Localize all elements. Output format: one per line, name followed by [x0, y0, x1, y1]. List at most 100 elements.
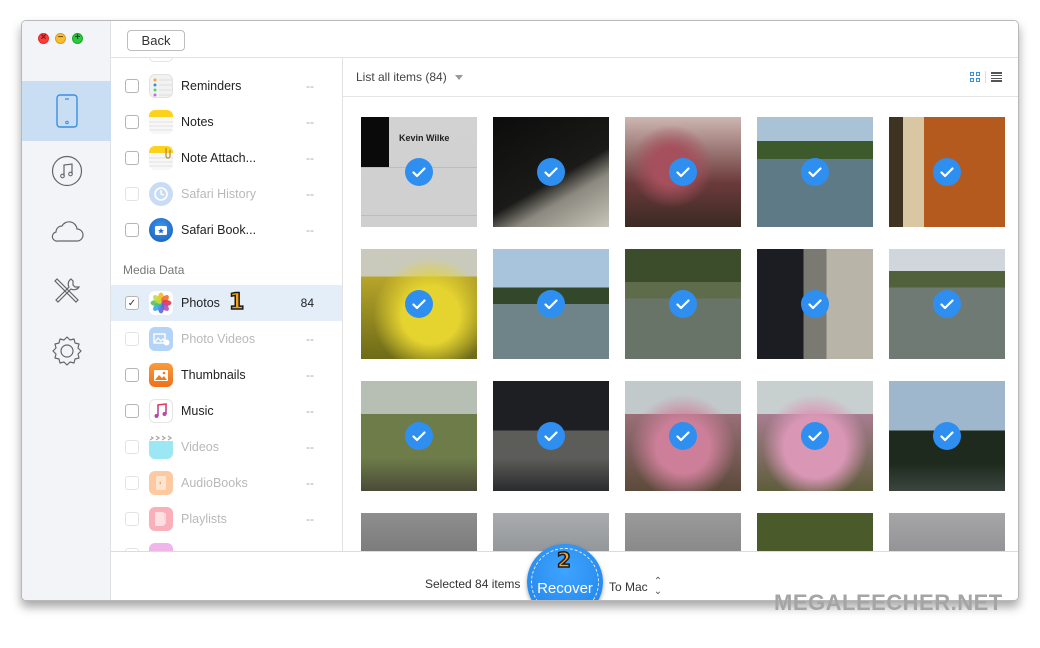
- reminders-icon: [149, 74, 173, 98]
- selected-check-icon[interactable]: [933, 422, 961, 450]
- photo-thumbnail[interactable]: [361, 513, 477, 551]
- photo-thumbnail[interactable]: [361, 249, 477, 359]
- category-label: AudioBooks: [181, 476, 248, 490]
- safari-bookmark-icon: [149, 218, 173, 242]
- checkbox[interactable]: [125, 404, 139, 418]
- partial-icon: [149, 543, 173, 551]
- iphone-icon: [55, 94, 78, 128]
- checkbox[interactable]: [125, 223, 139, 237]
- photo-thumbnail[interactable]: [361, 381, 477, 491]
- minimize-window-button[interactable]: −: [55, 32, 66, 44]
- recover-button[interactable]: 2 Recover: [527, 544, 603, 600]
- category-item-thumbnails[interactable]: Thumbnails --: [111, 357, 342, 393]
- category-label: Thumbnails: [181, 368, 246, 382]
- selected-check-icon[interactable]: [405, 422, 433, 450]
- music-app-icon: [149, 399, 173, 423]
- photo-thumbnail[interactable]: [889, 117, 1005, 227]
- rail-item-device[interactable]: [22, 81, 111, 141]
- category-list[interactable]: Reminders -- Notes -- Note Attach... -- …: [111, 58, 343, 551]
- photo-thumbnail[interactable]: [493, 117, 609, 227]
- divider: [361, 215, 477, 216]
- category-count: --: [306, 223, 314, 237]
- safari-history-icon: [149, 182, 173, 206]
- category-label: Safari Book...: [181, 223, 257, 237]
- music-note-icon: [51, 155, 82, 187]
- category-item-reminders[interactable]: Reminders --: [111, 68, 342, 104]
- selected-check-icon[interactable]: [669, 422, 697, 450]
- category-item-music[interactable]: Music --: [111, 393, 342, 429]
- checkbox[interactable]: [125, 115, 139, 129]
- selected-check-icon[interactable]: [405, 290, 433, 318]
- rail-item-itunes[interactable]: [22, 141, 111, 201]
- selected-check-icon[interactable]: [801, 290, 829, 318]
- category-count: --: [306, 79, 314, 93]
- audiobooks-icon: [149, 471, 173, 495]
- photo-thumbnail[interactable]: [625, 249, 741, 359]
- thumbnail-caption: Kevin Wilke: [399, 133, 450, 143]
- partial-app-icon: [149, 58, 173, 62]
- photo-thumbnail[interactable]: [625, 117, 741, 227]
- photo-thumbnail[interactable]: [625, 381, 741, 491]
- checkbox: [125, 440, 139, 454]
- checkbox[interactable]: [125, 368, 139, 382]
- category-item-note-attachments[interactable]: Note Attach... --: [111, 140, 342, 176]
- photo-thumbnail[interactable]: [625, 513, 741, 551]
- playlists-icon: [149, 507, 173, 531]
- back-button[interactable]: Back: [127, 30, 185, 51]
- photo-thumbnail[interactable]: [757, 249, 873, 359]
- category-item-notes[interactable]: Notes --: [111, 104, 342, 140]
- photo-thumbnail[interactable]: Kevin Wilke: [361, 117, 477, 227]
- up-down-chevron-icon: ⌃ ⌄: [653, 576, 663, 597]
- rail-item-icloud[interactable]: [22, 201, 111, 261]
- photos-icon: [149, 291, 173, 315]
- photo-thumbnail[interactable]: [757, 117, 873, 227]
- category-item-partial: [111, 537, 342, 551]
- checkbox[interactable]: [125, 151, 139, 165]
- divider: [985, 71, 986, 83]
- category-item-safari-bookmarks[interactable]: Safari Book... --: [111, 212, 342, 248]
- checkbox: [125, 512, 139, 526]
- rail-item-settings[interactable]: [22, 321, 111, 381]
- photo-thumbnail[interactable]: [889, 381, 1005, 491]
- content-area: List all items (84) Kevin Wilke: [343, 58, 1018, 551]
- checkbox-checked[interactable]: ✓: [125, 296, 139, 310]
- category-count: --: [306, 404, 314, 418]
- selected-check-icon[interactable]: [801, 158, 829, 186]
- category-item-photos[interactable]: ✓ Photos 1 84: [111, 285, 342, 321]
- grid-view-icon[interactable]: [970, 72, 980, 82]
- category-count: --: [306, 332, 314, 346]
- rail-item-toolkit[interactable]: [22, 261, 111, 321]
- toolbar: Back: [111, 21, 1018, 58]
- photo-thumbnail[interactable]: [889, 249, 1005, 359]
- selected-check-icon[interactable]: [669, 290, 697, 318]
- selected-check-icon[interactable]: [537, 158, 565, 186]
- list-view-icon[interactable]: [991, 72, 1002, 82]
- category-item-audiobooks: AudioBooks --: [111, 465, 342, 501]
- photo-thumbnail[interactable]: [757, 381, 873, 491]
- checkbox: [125, 476, 139, 490]
- selected-check-icon[interactable]: [933, 158, 961, 186]
- category-label: Photos: [181, 296, 220, 310]
- selected-check-icon[interactable]: [405, 158, 433, 186]
- destination-select[interactable]: To Mac ⌃ ⌄: [609, 577, 662, 597]
- photo-thumbnail[interactable]: [493, 249, 609, 359]
- checkbox[interactable]: [125, 79, 139, 93]
- category-label: Playlists: [181, 512, 227, 526]
- category-count: 84: [300, 296, 314, 310]
- close-window-button[interactable]: ×: [38, 32, 49, 44]
- category-count: --: [306, 187, 314, 201]
- selected-check-icon[interactable]: [537, 290, 565, 318]
- selected-check-icon[interactable]: [933, 290, 961, 318]
- app-window: × − + Back Reminders -- Notes -- Note At…: [21, 20, 1019, 601]
- photo-thumbnail[interactable]: [493, 381, 609, 491]
- category-item-photo-videos: Photo Videos --: [111, 321, 342, 357]
- photo-thumbnail[interactable]: [757, 513, 873, 551]
- zoom-window-button[interactable]: +: [72, 32, 83, 44]
- traffic-lights: × − +: [38, 32, 83, 44]
- list-filter-dropdown[interactable]: List all items (84): [356, 70, 463, 84]
- photo-thumbnail[interactable]: [889, 513, 1005, 551]
- selected-check-icon[interactable]: [801, 422, 829, 450]
- selected-check-icon[interactable]: [669, 158, 697, 186]
- step-badge-1: 1: [228, 290, 245, 315]
- selected-check-icon[interactable]: [537, 422, 565, 450]
